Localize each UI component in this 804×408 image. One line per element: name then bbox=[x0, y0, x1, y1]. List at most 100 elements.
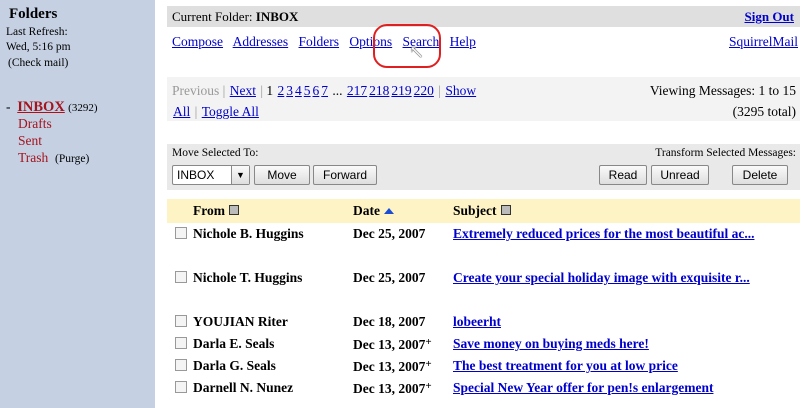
attachment-marker: + bbox=[425, 336, 432, 348]
sender-name: Darla G. Seals bbox=[193, 358, 276, 373]
current-folder: Current Folder: INBOX bbox=[172, 9, 298, 25]
squirrelmail-link[interactable]: SquirrelMail bbox=[729, 34, 798, 50]
folder-count: (3292) bbox=[68, 102, 98, 114]
folder-list: - INBOX (3292) Drafts Sent Trash (Purge) bbox=[6, 98, 98, 166]
sort-ascending-icon[interactable] bbox=[384, 208, 394, 214]
attachment-marker: + bbox=[425, 358, 432, 370]
row-date: Dec 13, 2007+ bbox=[353, 380, 432, 397]
table-row[interactable]: Nichole B. Huggins Dec 25, 2007 Extremel… bbox=[167, 223, 800, 267]
pagination-bar: Previous | Next | 1 234567 ... 217 218 219… bbox=[167, 77, 800, 121]
message-table: From Date Subject Nichole B. Huggins Dec… bbox=[167, 199, 800, 399]
folder-item-drafts[interactable]: Drafts bbox=[6, 115, 98, 132]
menu-addresses[interactable]: Addresses bbox=[233, 34, 289, 49]
table-row[interactable]: YOUJIAN Riter Dec 18, 2007 lobeerht bbox=[167, 311, 800, 333]
current-folder-label: Current Folder: bbox=[172, 9, 253, 24]
sign-out-link[interactable]: Sign Out bbox=[745, 9, 795, 25]
folder-name[interactable]: Sent bbox=[18, 133, 42, 148]
forward-button[interactable]: Forward bbox=[313, 165, 377, 185]
sort-icon[interactable] bbox=[229, 205, 239, 215]
page-link[interactable]: 218 bbox=[369, 83, 389, 98]
row-checkbox[interactable] bbox=[175, 337, 187, 349]
sender-name: Nichole T. Huggins bbox=[193, 270, 303, 285]
subject-link[interactable]: Create your special holiday image with e… bbox=[453, 270, 750, 285]
menu-compose[interactable]: Compose bbox=[172, 34, 223, 49]
read-button[interactable]: Read bbox=[599, 165, 647, 185]
subject-link[interactable]: The best treatment for you at low price bbox=[453, 358, 678, 373]
row-subject: Special New Year offer for pen!s enlarge… bbox=[453, 377, 793, 399]
folder-name[interactable]: INBOX bbox=[17, 99, 65, 115]
page-link[interactable]: 219 bbox=[391, 83, 411, 98]
row-subject: Extremely reduced prices for the most be… bbox=[453, 223, 793, 245]
current-folder-bar: Current Folder: INBOX Sign Out bbox=[167, 6, 800, 27]
unread-button[interactable]: Unread bbox=[651, 165, 709, 185]
row-subject: lobeerht bbox=[453, 311, 793, 333]
folder-pane: Folders Last Refresh: Wed, 5:16 pm (Chec… bbox=[0, 0, 155, 408]
transform-label: Transform Selected Messages: bbox=[655, 147, 796, 159]
subject-header-label: Subject bbox=[453, 203, 497, 218]
folder-item-inbox[interactable]: - INBOX (3292) bbox=[6, 98, 98, 115]
from-header[interactable]: From bbox=[193, 203, 239, 219]
folder-item-trash[interactable]: Trash (Purge) bbox=[6, 149, 98, 166]
current-page: 1 bbox=[266, 83, 274, 98]
viewing-info: Viewing Messages: 1 to 15 (3295 total) bbox=[650, 80, 796, 122]
page-link[interactable]: 7 bbox=[321, 83, 328, 98]
page-link[interactable]: 3 bbox=[286, 83, 293, 98]
page-link[interactable]: 4 bbox=[295, 83, 302, 98]
message-total: (3295 total) bbox=[732, 104, 796, 119]
row-checkbox[interactable] bbox=[175, 315, 187, 327]
page-link[interactable]: 2 bbox=[278, 83, 285, 98]
page-link[interactable]: 220 bbox=[414, 83, 434, 98]
sender-name: Darla E. Seals bbox=[193, 336, 275, 351]
table-row[interactable]: Darnell N. Nunez Dec 13, 2007+ Special N… bbox=[167, 377, 800, 399]
table-row[interactable]: Darla E. Seals Dec 13, 2007+ Save money … bbox=[167, 333, 800, 355]
row-from: Nichole T. Huggins bbox=[175, 270, 302, 286]
folder-select-value: INBOX bbox=[177, 168, 215, 182]
move-button[interactable]: Move bbox=[254, 165, 310, 185]
row-date: Dec 13, 2007+ bbox=[353, 358, 432, 375]
subject-link[interactable]: Save money on buying meds here! bbox=[453, 336, 649, 351]
purge-link[interactable]: (Purge) bbox=[55, 153, 89, 165]
menu-help[interactable]: Help bbox=[450, 34, 476, 49]
current-folder-name: INBOX bbox=[255, 9, 299, 24]
date-text: Dec 13, 2007 bbox=[353, 359, 426, 374]
page-link[interactable]: 217 bbox=[347, 83, 367, 98]
show-link[interactable]: Show bbox=[445, 83, 476, 98]
folders-title: Folders bbox=[9, 6, 58, 22]
folder-select[interactable]: INBOX ▼ bbox=[172, 165, 250, 185]
folder-name[interactable]: Drafts bbox=[18, 116, 52, 131]
dropdown-arrow-icon[interactable]: ▼ bbox=[231, 166, 249, 184]
folder-item-sent[interactable]: Sent bbox=[6, 132, 98, 149]
row-checkbox[interactable] bbox=[175, 227, 187, 239]
date-header[interactable]: Date bbox=[353, 203, 394, 219]
last-refresh-label: Last Refresh: bbox=[6, 26, 68, 38]
sender-name: Nichole B. Huggins bbox=[193, 226, 304, 241]
page-link[interactable]: 6 bbox=[313, 83, 320, 98]
sort-icon[interactable] bbox=[500, 205, 511, 215]
subject-link[interactable]: lobeerht bbox=[453, 314, 501, 329]
table-header: From Date Subject bbox=[167, 199, 800, 223]
subject-link[interactable]: Special New Year offer for pen!s enlarge… bbox=[453, 380, 713, 395]
subject-header[interactable]: Subject bbox=[453, 200, 793, 222]
action-bar: Move Selected To: Transform Selected Mes… bbox=[167, 144, 800, 190]
folder-name[interactable]: Trash bbox=[18, 150, 48, 165]
show-all-link[interactable]: All bbox=[173, 104, 190, 119]
next-link[interactable]: Next bbox=[230, 83, 256, 98]
table-row[interactable]: Nichole T. Huggins Dec 25, 2007 Create y… bbox=[167, 267, 800, 311]
pane-divider bbox=[155, 0, 163, 408]
row-checkbox[interactable] bbox=[175, 359, 187, 371]
row-checkbox[interactable] bbox=[175, 271, 187, 283]
date-text: Dec 13, 2007 bbox=[353, 381, 426, 396]
delete-button[interactable]: Delete bbox=[732, 165, 788, 185]
attachment-marker: + bbox=[425, 380, 432, 392]
subject-link[interactable]: Extremely reduced prices for the most be… bbox=[453, 226, 754, 241]
check-mail-link[interactable]: (Check mail) bbox=[8, 57, 68, 69]
mouse-pointer-icon: ↖ bbox=[409, 42, 425, 62]
highlight-circle bbox=[373, 24, 441, 68]
folder-expand-marker: - bbox=[6, 99, 11, 114]
row-date: Dec 18, 2007 bbox=[353, 314, 426, 329]
menu-folders[interactable]: Folders bbox=[299, 34, 340, 49]
toggle-all-link[interactable]: Toggle All bbox=[202, 104, 259, 119]
table-row[interactable]: Darla G. Seals Dec 13, 2007+ The best tr… bbox=[167, 355, 800, 377]
row-checkbox[interactable] bbox=[175, 381, 187, 393]
page-link[interactable]: 5 bbox=[304, 83, 311, 98]
